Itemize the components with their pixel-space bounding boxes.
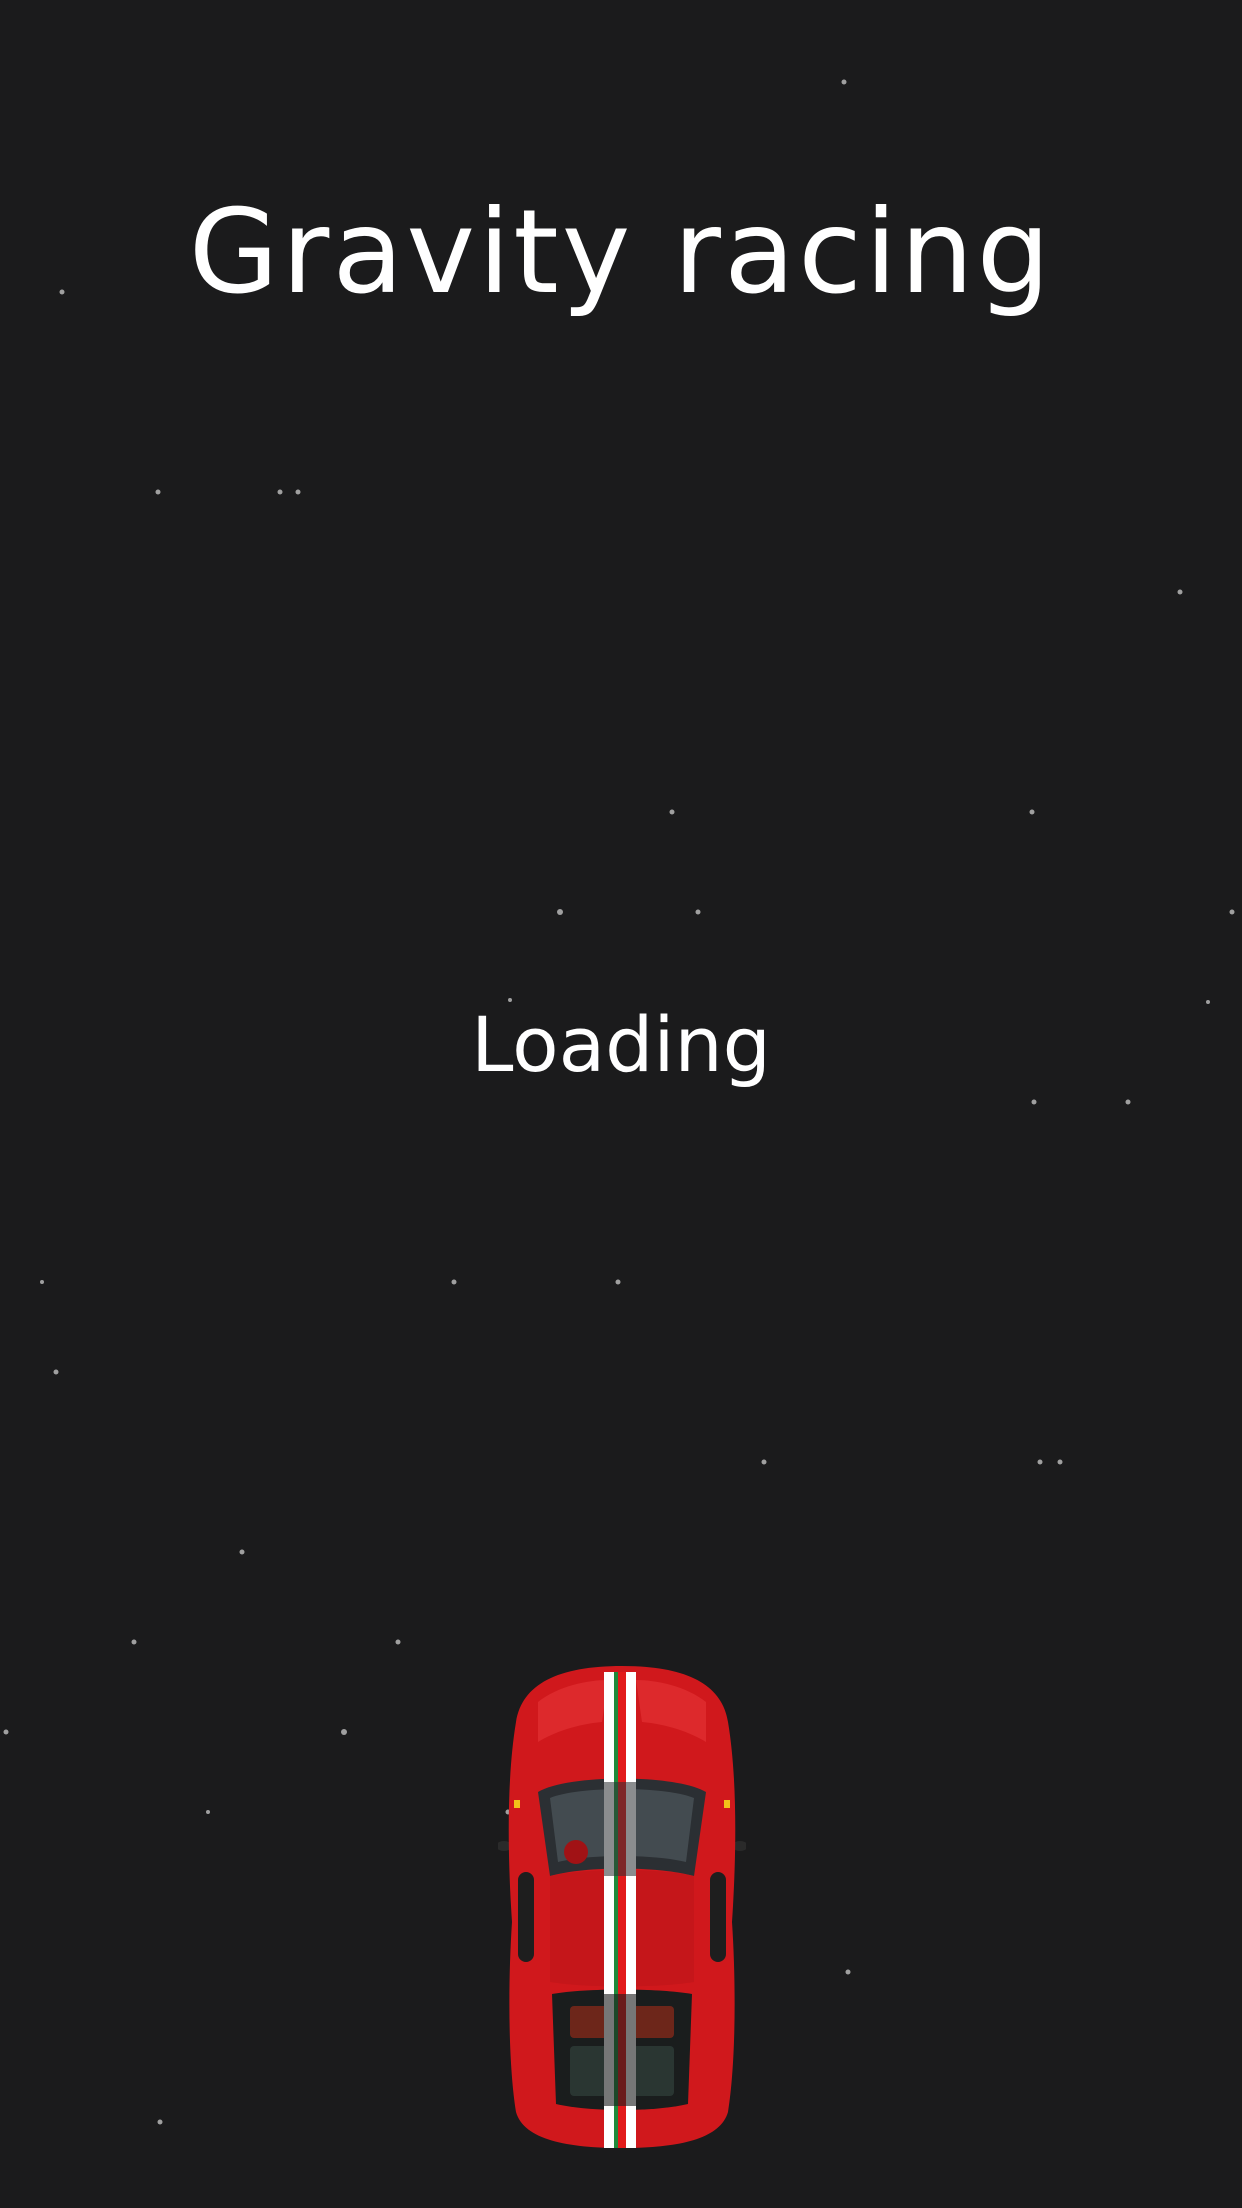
- star: [3, 1729, 9, 1735]
- red-sports-car-top-view-icon: [498, 1666, 746, 2148]
- star: [695, 909, 701, 915]
- star: [1125, 1099, 1131, 1105]
- star: [239, 1549, 245, 1555]
- star: [341, 1729, 347, 1735]
- star: [395, 1639, 401, 1645]
- star: [451, 1279, 457, 1285]
- star: [1229, 909, 1235, 915]
- star: [845, 1969, 851, 1975]
- game-title: Gravity racing: [188, 185, 1054, 320]
- star: [615, 1279, 621, 1285]
- star: [131, 1639, 137, 1645]
- star: [155, 489, 161, 495]
- star: [206, 1810, 210, 1814]
- star: [53, 1369, 59, 1375]
- star: [1037, 1459, 1043, 1465]
- loading-screen: { "title": "Gravity racing", "status": "…: [0, 0, 1242, 2208]
- star: [1177, 589, 1183, 595]
- star: [157, 2119, 163, 2125]
- star: [1031, 1099, 1037, 1105]
- star: [557, 909, 563, 915]
- star: [841, 79, 847, 85]
- star: [1057, 1459, 1063, 1465]
- star: [669, 809, 675, 815]
- star: [1029, 809, 1035, 815]
- star: [40, 1280, 44, 1284]
- star: [295, 489, 301, 495]
- loading-status: Loading: [471, 1000, 771, 1089]
- star: [277, 489, 283, 495]
- star: [761, 1459, 767, 1465]
